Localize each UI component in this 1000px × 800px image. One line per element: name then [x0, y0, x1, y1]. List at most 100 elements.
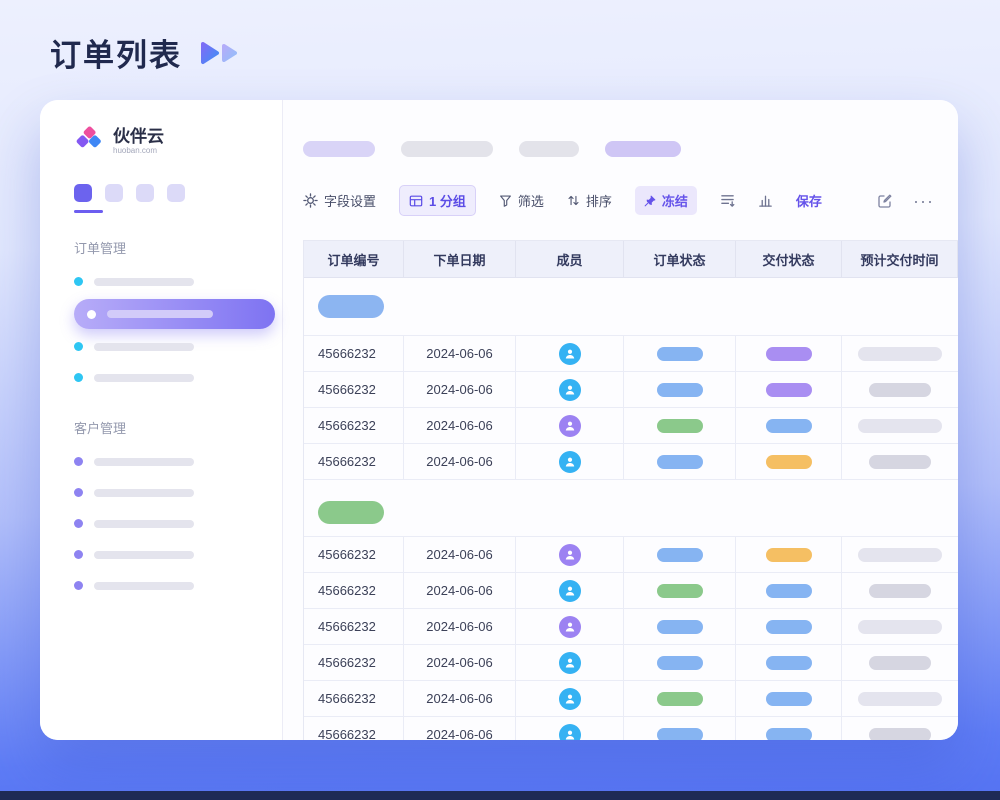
order-row[interactable]: 456662322024-06-06 — [304, 444, 958, 480]
eta-cell[interactable] — [842, 444, 958, 480]
order-no-cell[interactable]: 45666232 — [304, 537, 404, 573]
sidebar-item[interactable] — [74, 477, 282, 508]
order-row[interactable]: 456662322024-06-06 — [304, 609, 958, 645]
order-date-cell[interactable]: 2024-06-06 — [404, 645, 516, 681]
field-settings-button[interactable]: 字段设置 — [303, 191, 376, 210]
member-cell[interactable] — [516, 408, 624, 444]
save-button[interactable]: 保存 — [796, 191, 822, 210]
order-status-cell[interactable] — [624, 717, 736, 740]
eta-cell[interactable] — [842, 573, 958, 609]
filter-button[interactable]: 筛选 — [499, 191, 544, 210]
workspace-tab-3[interactable] — [136, 184, 154, 202]
member-cell[interactable] — [516, 537, 624, 573]
member-cell[interactable] — [516, 609, 624, 645]
order-date-cell[interactable]: 2024-06-06 — [404, 408, 516, 444]
sidebar-item[interactable] — [74, 266, 282, 297]
order-row[interactable]: 456662322024-06-06 — [304, 681, 958, 717]
order-no-cell[interactable]: 45666232 — [304, 408, 404, 444]
order-status-cell[interactable] — [624, 444, 736, 480]
order-status-cell[interactable] — [624, 609, 736, 645]
order-date-cell[interactable]: 2024-06-06 — [404, 537, 516, 573]
order-row[interactable]: 456662322024-06-06 — [304, 372, 958, 408]
group-header-row[interactable] — [304, 489, 958, 537]
column-header[interactable]: 交付状态 — [736, 241, 842, 278]
sidebar-item-active[interactable] — [74, 299, 275, 329]
order-date-cell[interactable]: 2024-06-06 — [404, 717, 516, 740]
sort-button[interactable]: 排序 — [567, 191, 612, 210]
order-status-cell[interactable] — [624, 573, 736, 609]
order-date-cell[interactable]: 2024-06-06 — [404, 372, 516, 408]
sidebar-item[interactable] — [74, 331, 282, 362]
more-button[interactable]: ··· — [913, 196, 934, 206]
order-date-cell[interactable]: 2024-06-06 — [404, 573, 516, 609]
member-cell[interactable] — [516, 444, 624, 480]
eta-cell[interactable] — [842, 408, 958, 444]
workspace-tab-1[interactable] — [74, 184, 92, 202]
delivery-status-cell[interactable] — [736, 609, 842, 645]
column-header[interactable]: 下单日期 — [404, 241, 516, 278]
member-cell[interactable] — [516, 372, 624, 408]
order-row[interactable]: 456662322024-06-06 — [304, 537, 958, 573]
delivery-status-cell[interactable] — [736, 645, 842, 681]
share-edit-button[interactable] — [877, 193, 893, 209]
sidebar-item[interactable] — [74, 446, 282, 477]
order-no-cell[interactable]: 45666232 — [304, 609, 404, 645]
row-height-button[interactable] — [720, 193, 735, 208]
group-button[interactable]: 1 分组 — [399, 185, 476, 216]
order-status-cell[interactable] — [624, 372, 736, 408]
order-no-cell[interactable]: 45666232 — [304, 645, 404, 681]
order-no-cell[interactable]: 45666232 — [304, 681, 404, 717]
delivery-status-cell[interactable] — [736, 408, 842, 444]
delivery-status-cell[interactable] — [736, 681, 842, 717]
order-row[interactable]: 456662322024-06-06 — [304, 645, 958, 681]
sidebar-item[interactable] — [74, 570, 282, 601]
order-no-cell[interactable]: 45666232 — [304, 372, 404, 408]
order-row[interactable]: 456662322024-06-06 — [304, 717, 958, 740]
order-status-cell[interactable] — [624, 645, 736, 681]
member-cell[interactable] — [516, 336, 624, 372]
order-no-cell[interactable]: 45666232 — [304, 336, 404, 372]
order-status-cell[interactable] — [624, 681, 736, 717]
delivery-status-cell[interactable] — [736, 573, 842, 609]
order-row[interactable]: 456662322024-06-06 — [304, 408, 958, 444]
workspace-tab-4[interactable] — [167, 184, 185, 202]
column-header[interactable]: 成员 — [516, 241, 624, 278]
delivery-status-cell[interactable] — [736, 444, 842, 480]
sidebar-item[interactable] — [74, 539, 282, 570]
order-row[interactable]: 456662322024-06-06 — [304, 336, 958, 372]
eta-cell[interactable] — [842, 681, 958, 717]
sidebar-item[interactable] — [74, 362, 282, 393]
group-header-row[interactable] — [304, 278, 958, 336]
order-no-cell[interactable]: 45666232 — [304, 444, 404, 480]
member-cell[interactable] — [516, 681, 624, 717]
sidebar-item[interactable] — [74, 508, 282, 539]
eta-cell[interactable] — [842, 645, 958, 681]
order-date-cell[interactable]: 2024-06-06 — [404, 681, 516, 717]
column-header[interactable]: 订单状态 — [624, 241, 736, 278]
eta-cell[interactable] — [842, 372, 958, 408]
freeze-button[interactable]: 冻结 — [635, 186, 697, 215]
eta-cell[interactable] — [842, 717, 958, 740]
column-header[interactable]: 订单编号 — [304, 241, 404, 278]
order-date-cell[interactable]: 2024-06-06 — [404, 336, 516, 372]
eta-cell[interactable] — [842, 336, 958, 372]
order-no-cell[interactable]: 45666232 — [304, 573, 404, 609]
eta-cell[interactable] — [842, 537, 958, 573]
member-cell[interactable] — [516, 717, 624, 740]
order-row[interactable]: 456662322024-06-06 — [304, 573, 958, 609]
order-status-cell[interactable] — [624, 537, 736, 573]
delivery-status-cell[interactable] — [736, 717, 842, 740]
member-cell[interactable] — [516, 645, 624, 681]
chart-button[interactable] — [758, 193, 773, 208]
eta-cell[interactable] — [842, 609, 958, 645]
column-header[interactable]: 预计交付时间 — [842, 241, 958, 278]
order-date-cell[interactable]: 2024-06-06 — [404, 444, 516, 480]
order-date-cell[interactable]: 2024-06-06 — [404, 609, 516, 645]
delivery-status-cell[interactable] — [736, 537, 842, 573]
delivery-status-cell[interactable] — [736, 336, 842, 372]
order-status-cell[interactable] — [624, 336, 736, 372]
order-status-cell[interactable] — [624, 408, 736, 444]
order-no-cell[interactable]: 45666232 — [304, 717, 404, 740]
member-cell[interactable] — [516, 573, 624, 609]
delivery-status-cell[interactable] — [736, 372, 842, 408]
